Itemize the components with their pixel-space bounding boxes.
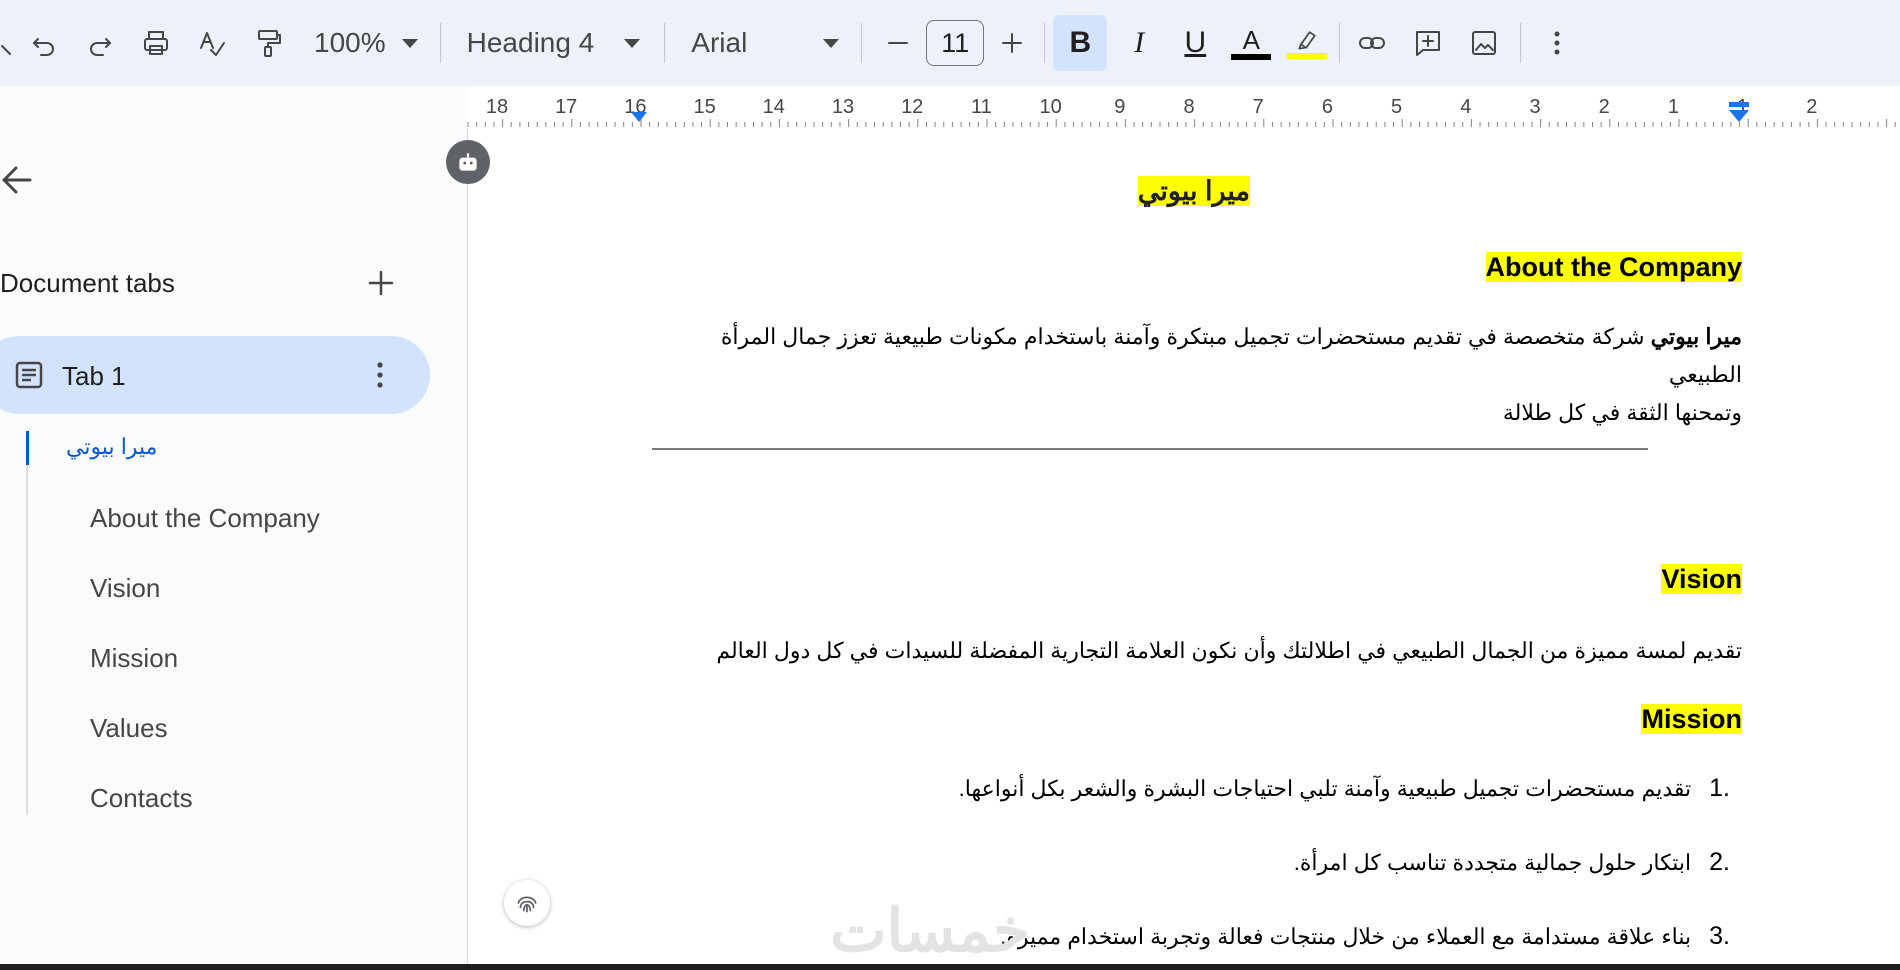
list-number: 3. — [1709, 922, 1730, 950]
heading-vision: Vision — [1661, 564, 1742, 595]
about-paragraph: ميرا بيوتي شركة متخصصة في تقديم مستحضرات… — [642, 318, 1742, 432]
increase-font-size-button[interactable] — [988, 19, 1036, 67]
document-icon — [15, 361, 43, 389]
add-comment-icon — [1416, 31, 1441, 56]
list-text: ابتكار حلول جمالية متجددة تناسب كل امرأة… — [1293, 850, 1692, 875]
zoom-select[interactable]: 100% — [314, 19, 418, 67]
paint-format-icon[interactable] — [244, 19, 292, 67]
document-title: ميرا بيوتي — [1137, 176, 1250, 207]
more-options-button[interactable] — [1533, 19, 1581, 67]
bold-icon: B — [1069, 26, 1092, 59]
tab-1-label: Tab 1 — [62, 361, 126, 391]
bold-button[interactable]: B — [1053, 15, 1108, 71]
fingerprint-button[interactable] — [504, 880, 550, 926]
underline-icon: U — [1184, 26, 1207, 59]
outline-item-values[interactable]: Values — [90, 713, 168, 744]
mission-list-item: 3. بناء علاقة مستدامة مع العملاء من خلال… — [1000, 922, 1730, 951]
tab-more-icon[interactable] — [370, 358, 390, 392]
zoom-value: 100% — [314, 27, 386, 58]
bottom-edge — [0, 964, 1900, 970]
outline-active-indicator — [26, 431, 29, 465]
divider — [439, 23, 441, 63]
insert-link-button[interactable] — [1348, 19, 1396, 67]
outline-rail — [26, 431, 28, 815]
heading-about: About the Company — [1485, 252, 1742, 283]
ruler[interactable]: 18171615141312111098765432112 — [0, 86, 1900, 129]
highlight-color-swatch — [1287, 53, 1328, 59]
underline-button[interactable]: U — [1171, 19, 1219, 67]
font-value: Arial — [691, 27, 748, 58]
divider — [664, 23, 666, 63]
undo-icon[interactable] — [20, 19, 68, 67]
outline-item-vision[interactable]: Vision — [90, 573, 160, 604]
list-text: بناء علاقة مستدامة مع العملاء من خلال من… — [1000, 924, 1692, 949]
text-color-button[interactable]: A — [1227, 19, 1275, 67]
more-vert-icon — [1554, 31, 1560, 55]
text-color-swatch — [1231, 54, 1272, 60]
italic-button[interactable]: I — [1115, 19, 1163, 67]
document-outline-panel: Document tabs Tab 1 ميرا بيوتي About the… — [0, 128, 467, 970]
spelling-check-icon[interactable] — [188, 19, 236, 67]
heading-vision-text: Vision — [1661, 564, 1742, 594]
watermark: خمسات — [830, 897, 1031, 964]
vision-paragraph: تقديم لمسة مميزة من الجمال الطبيعي في اط… — [716, 638, 1742, 663]
right-indent-marker — [1729, 110, 1749, 122]
style-value: Heading 4 — [466, 27, 595, 58]
divider — [861, 23, 863, 63]
about-line-1: ميرا بيوتي شركة متخصصة في تقديم مستحضرات… — [642, 318, 1742, 394]
add-comment-button[interactable] — [1404, 19, 1452, 67]
about-brand-bold: ميرا بيوتي — [1650, 324, 1742, 349]
highlighter-icon — [1298, 31, 1316, 50]
ai-assist-button[interactable] — [446, 140, 490, 184]
about-line-2: وتمحنها الثقة في كل طلالة — [1502, 400, 1742, 425]
outline-item-contacts[interactable]: Contacts — [90, 783, 193, 814]
divider — [1044, 23, 1046, 63]
redo-icon[interactable] — [76, 19, 124, 67]
heading-about-text: About the Company — [1485, 252, 1742, 282]
insert-image-button[interactable] — [1460, 19, 1508, 67]
list-number: 2. — [1709, 848, 1730, 876]
divider — [1339, 23, 1341, 63]
add-tab-icon[interactable] — [364, 266, 398, 300]
document-tabs-title: Document tabs — [0, 268, 175, 298]
toolbar: 100% Heading 4 Arial 11 B I U A — [0, 0, 1900, 86]
search-menus-icon[interactable] — [0, 19, 16, 67]
font-size-input[interactable]: 11 — [926, 20, 985, 66]
font-family-select[interactable]: Arial — [691, 19, 840, 67]
mission-list-item: 2. ابتكار حلول جمالية متجددة تناسب كل ام… — [1294, 848, 1730, 877]
outline-item-title[interactable]: ميرا بيوتي — [66, 434, 157, 460]
about-line-1-text: شركة متخصصة في تقديم مستحضرات تجميل مبتك… — [720, 324, 1742, 387]
chevron-down-icon — [624, 38, 641, 48]
heading-mission: Mission — [1641, 704, 1742, 735]
mission-list-item: 1. تقديم مستحضرات تجميل طبيعية وآمنة تلب… — [959, 774, 1730, 803]
heading-mission-text: Mission — [1641, 704, 1742, 734]
text-color-icon: A — [1242, 25, 1260, 55]
horizontal-rule — [652, 448, 1648, 450]
ruler-markers — [631, 102, 1749, 122]
chevron-down-icon — [823, 38, 840, 48]
robot-icon — [459, 153, 477, 171]
decrease-font-size-button[interactable] — [874, 19, 922, 67]
outline-item-about[interactable]: About the Company — [90, 503, 320, 534]
list-number: 1. — [1709, 774, 1730, 802]
chevron-down-icon — [401, 38, 418, 48]
left-indent-marker — [631, 112, 647, 122]
italic-icon: I — [1134, 26, 1145, 59]
highlight-color-button[interactable] — [1283, 19, 1331, 67]
image-icon — [1472, 31, 1497, 55]
fingerprint-icon — [517, 896, 537, 913]
link-icon — [1359, 37, 1386, 49]
print-icon[interactable] — [132, 19, 180, 67]
divider — [1520, 23, 1522, 63]
list-text: تقديم مستحضرات تجميل طبيعية وآمنة تلبي ا… — [958, 776, 1692, 801]
outline-item-mission[interactable]: Mission — [90, 643, 178, 674]
first-line-indent-marker — [1729, 102, 1749, 107]
back-arrow-icon[interactable] — [0, 162, 36, 198]
document-title-text: ميرا بيوتي — [1137, 176, 1250, 206]
paragraph-style-select[interactable]: Heading 4 — [467, 19, 641, 67]
